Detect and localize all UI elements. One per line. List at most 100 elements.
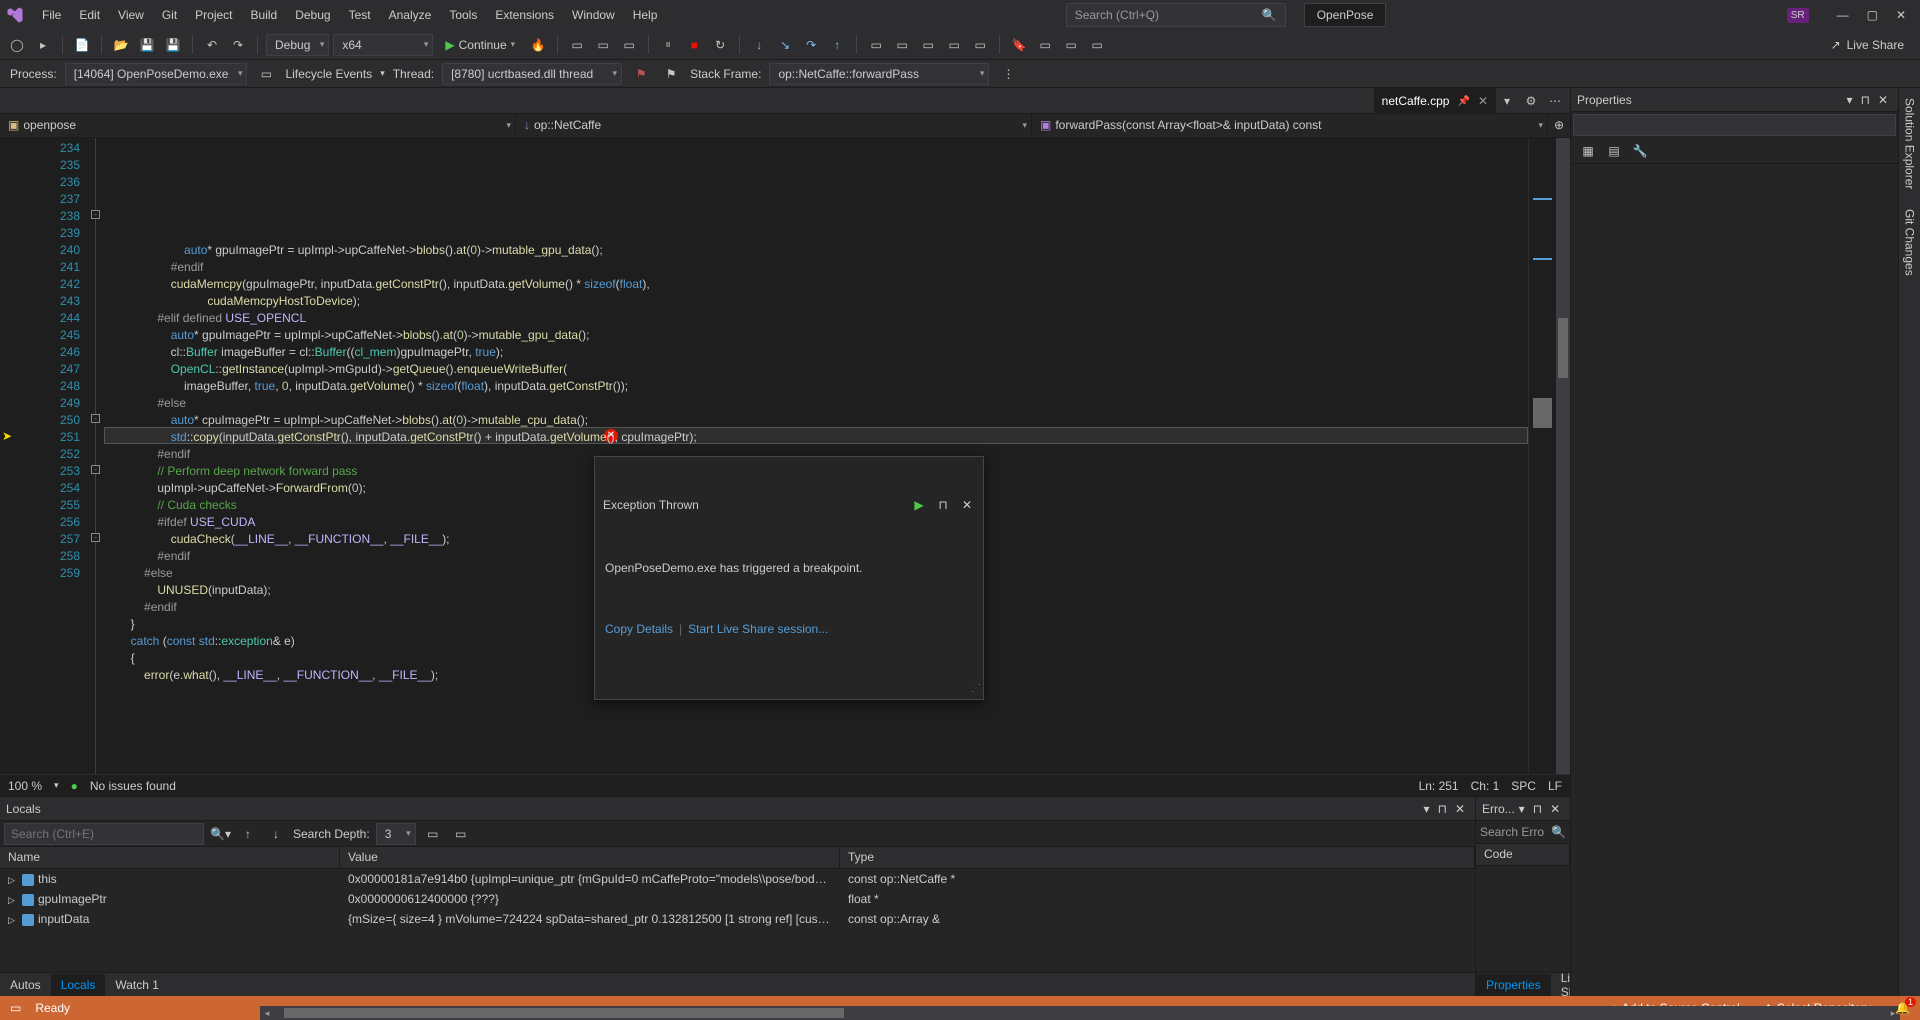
menu-debug[interactable]: Debug — [287, 4, 338, 26]
toolbar-icon-2[interactable]: ▭ — [592, 34, 614, 56]
toolbar-icon-c[interactable]: ▭ — [917, 34, 939, 56]
panel-dropdown-icon[interactable]: ▾ — [1843, 93, 1857, 107]
search-icon[interactable]: 🔍 — [1551, 825, 1566, 839]
nav-scope[interactable]: ▣openpose — [0, 114, 516, 136]
alphabetical-icon[interactable]: ▤ — [1603, 140, 1625, 162]
toolbar-icon-h[interactable]: ▭ — [1086, 34, 1108, 56]
code-content[interactable]: ✕ Exception Thrown ▶ ⊓ ✕ OpenPoseDemo.ex… — [104, 138, 1528, 774]
nav-func[interactable]: ▣forwardPass(const Array<float>& inputDa… — [1032, 114, 1548, 136]
user-badge[interactable]: SR — [1787, 8, 1809, 23]
redo-icon[interactable]: ↷ — [227, 34, 249, 56]
locals-search-input[interactable] — [4, 823, 204, 845]
toolbar-icon-f[interactable]: ▭ — [1034, 34, 1056, 56]
zoom-level[interactable]: 100 % — [8, 779, 42, 793]
live-share-button[interactable]: ↗ Live Share — [1831, 38, 1914, 52]
config-select[interactable]: Debug — [266, 34, 329, 56]
dock-solution-explorer[interactable]: Solution Explorer — [1901, 94, 1919, 193]
menu-analyze[interactable]: Analyze — [381, 4, 440, 26]
menu-help[interactable]: Help — [625, 4, 666, 26]
toolbar-icon-g[interactable]: ▭ — [1060, 34, 1082, 56]
step-over-icon[interactable]: ↷ — [800, 34, 822, 56]
tab-close-icon[interactable]: ✕ — [1478, 94, 1488, 108]
locals-row[interactable]: ▷inputData{mSize={ size=4 } mVolume=7242… — [0, 909, 1475, 929]
panel-dropdown-icon[interactable]: ▾ — [1420, 802, 1434, 816]
code-editor[interactable]: ➤ 23423523623723823924024124224324424524… — [0, 138, 1570, 774]
col-code[interactable]: Code — [1476, 844, 1570, 865]
fold-toggle-icon[interactable]: - — [91, 414, 100, 423]
search-next-icon[interactable]: ↓ — [265, 823, 287, 845]
process-select[interactable]: [14064] OpenPoseDemo.exe — [65, 63, 248, 85]
menu-view[interactable]: View — [110, 4, 152, 26]
menu-file[interactable]: File — [34, 4, 69, 26]
save-icon[interactable]: 💾 — [136, 34, 158, 56]
stop-icon[interactable]: ■ — [683, 34, 705, 56]
dock-git-changes[interactable]: Git Changes — [1901, 205, 1919, 280]
toolbar-icon-3[interactable]: ▭ — [618, 34, 640, 56]
panel-close-icon[interactable]: ✕ — [1874, 93, 1892, 107]
nav-class[interactable]: ↓op::NetCaffe — [516, 114, 1032, 136]
depth-select[interactable]: 3 — [376, 823, 416, 845]
solution-name[interactable]: OpenPose — [1304, 3, 1387, 27]
fold-column[interactable]: - - - - — [88, 138, 104, 774]
forward-nav-icon[interactable]: ▸ — [32, 34, 54, 56]
search-prev-icon[interactable]: ↑ — [237, 823, 259, 845]
locals-tool-icon-2[interactable]: ▭ — [450, 823, 472, 845]
toolbar-icon-1[interactable]: ▭ — [566, 34, 588, 56]
col-value[interactable]: Value — [340, 847, 840, 868]
back-nav-icon[interactable]: ◯ — [6, 34, 28, 56]
panel-pin-icon[interactable]: ⊓ — [1857, 93, 1874, 107]
step-out-icon[interactable]: ↑ — [826, 34, 848, 56]
new-item-icon[interactable]: 📄 — [71, 34, 93, 56]
tab-locals[interactable]: Locals — [51, 974, 106, 996]
menu-test[interactable]: Test — [341, 4, 379, 26]
locals-row[interactable]: ▷this0x00000181a7e914b0 {upImpl=unique_p… — [0, 869, 1475, 889]
tab-settings-icon[interactable]: ⚙ — [1520, 90, 1542, 112]
spaces-indicator[interactable]: SPC — [1511, 779, 1536, 793]
panel-close-icon[interactable]: ✕ — [1451, 802, 1469, 816]
search-icon[interactable]: 🔍▾ — [210, 827, 231, 841]
errorlist-search[interactable]: Search Erro — [1480, 825, 1551, 839]
fold-toggle-icon[interactable]: - — [91, 533, 100, 542]
panel-pin-icon[interactable]: ⊓ — [1529, 802, 1546, 816]
notifications-icon[interactable]: 🔔1 — [1895, 1001, 1910, 1015]
menu-extensions[interactable]: Extensions — [487, 4, 562, 26]
minimap[interactable] — [1528, 138, 1556, 774]
menu-git[interactable]: Git — [154, 4, 185, 26]
frame-select[interactable]: op::NetCaffe::forwardPass — [769, 63, 989, 85]
horizontal-scrollbar[interactable]: ◂▸ — [260, 1006, 1900, 1020]
toolbar-icon-a[interactable]: ▭ — [865, 34, 887, 56]
menu-build[interactable]: Build — [243, 4, 286, 26]
fold-toggle-icon[interactable]: - — [91, 210, 100, 219]
toolbar-icon-d[interactable]: ▭ — [943, 34, 965, 56]
pin-icon[interactable]: 📌 — [1457, 96, 1469, 107]
panel-dropdown-icon[interactable]: ▾ — [1515, 802, 1529, 816]
line-indicator[interactable]: Ln: 251 — [1419, 779, 1459, 793]
tab-autos[interactable]: Autos — [0, 974, 51, 996]
editor-tab-netcaffe[interactable]: netCaffe.cpp 📌 ✕ — [1374, 88, 1496, 114]
lifecycle-icon[interactable]: ▭ — [255, 63, 277, 85]
panel-pin-icon[interactable]: ⊓ — [1434, 802, 1451, 816]
menu-edit[interactable]: Edit — [71, 4, 108, 26]
open-folder-icon[interactable]: 📂 — [110, 34, 132, 56]
eol-indicator[interactable]: LF — [1548, 779, 1562, 793]
maximize-icon[interactable]: ▢ — [1867, 8, 1878, 22]
close-icon[interactable]: ✕ — [1896, 8, 1906, 22]
tab-watch1[interactable]: Watch 1 — [105, 974, 169, 996]
restart-icon[interactable]: ↻ — [709, 34, 731, 56]
vertical-scrollbar[interactable] — [1556, 138, 1570, 774]
fold-toggle-icon[interactable]: - — [91, 465, 100, 474]
flag-icon[interactable]: ⚑ — [630, 63, 652, 85]
save-all-icon[interactable]: 💾 — [162, 34, 184, 56]
pause-icon[interactable]: ⏸ — [657, 34, 679, 56]
menu-tools[interactable]: Tools — [441, 4, 485, 26]
toolbar-icon-b[interactable]: ▭ — [891, 34, 913, 56]
locals-row[interactable]: ▷gpuImagePtr0x0000000612400000 {???}floa… — [0, 889, 1475, 909]
thread-select[interactable]: [8780] ucrtbased.dll thread — [442, 63, 622, 85]
step-next-icon[interactable]: ↓ — [748, 34, 770, 56]
properties-object-select[interactable] — [1573, 114, 1896, 136]
categorize-icon[interactable]: ▦ — [1577, 140, 1599, 162]
toolbar-overflow-icon[interactable]: ⋮ — [997, 63, 1019, 85]
props-tool-icon[interactable]: 🔧 — [1629, 140, 1651, 162]
hot-reload-icon[interactable]: 🔥 — [527, 34, 549, 56]
menu-project[interactable]: Project — [187, 4, 240, 26]
